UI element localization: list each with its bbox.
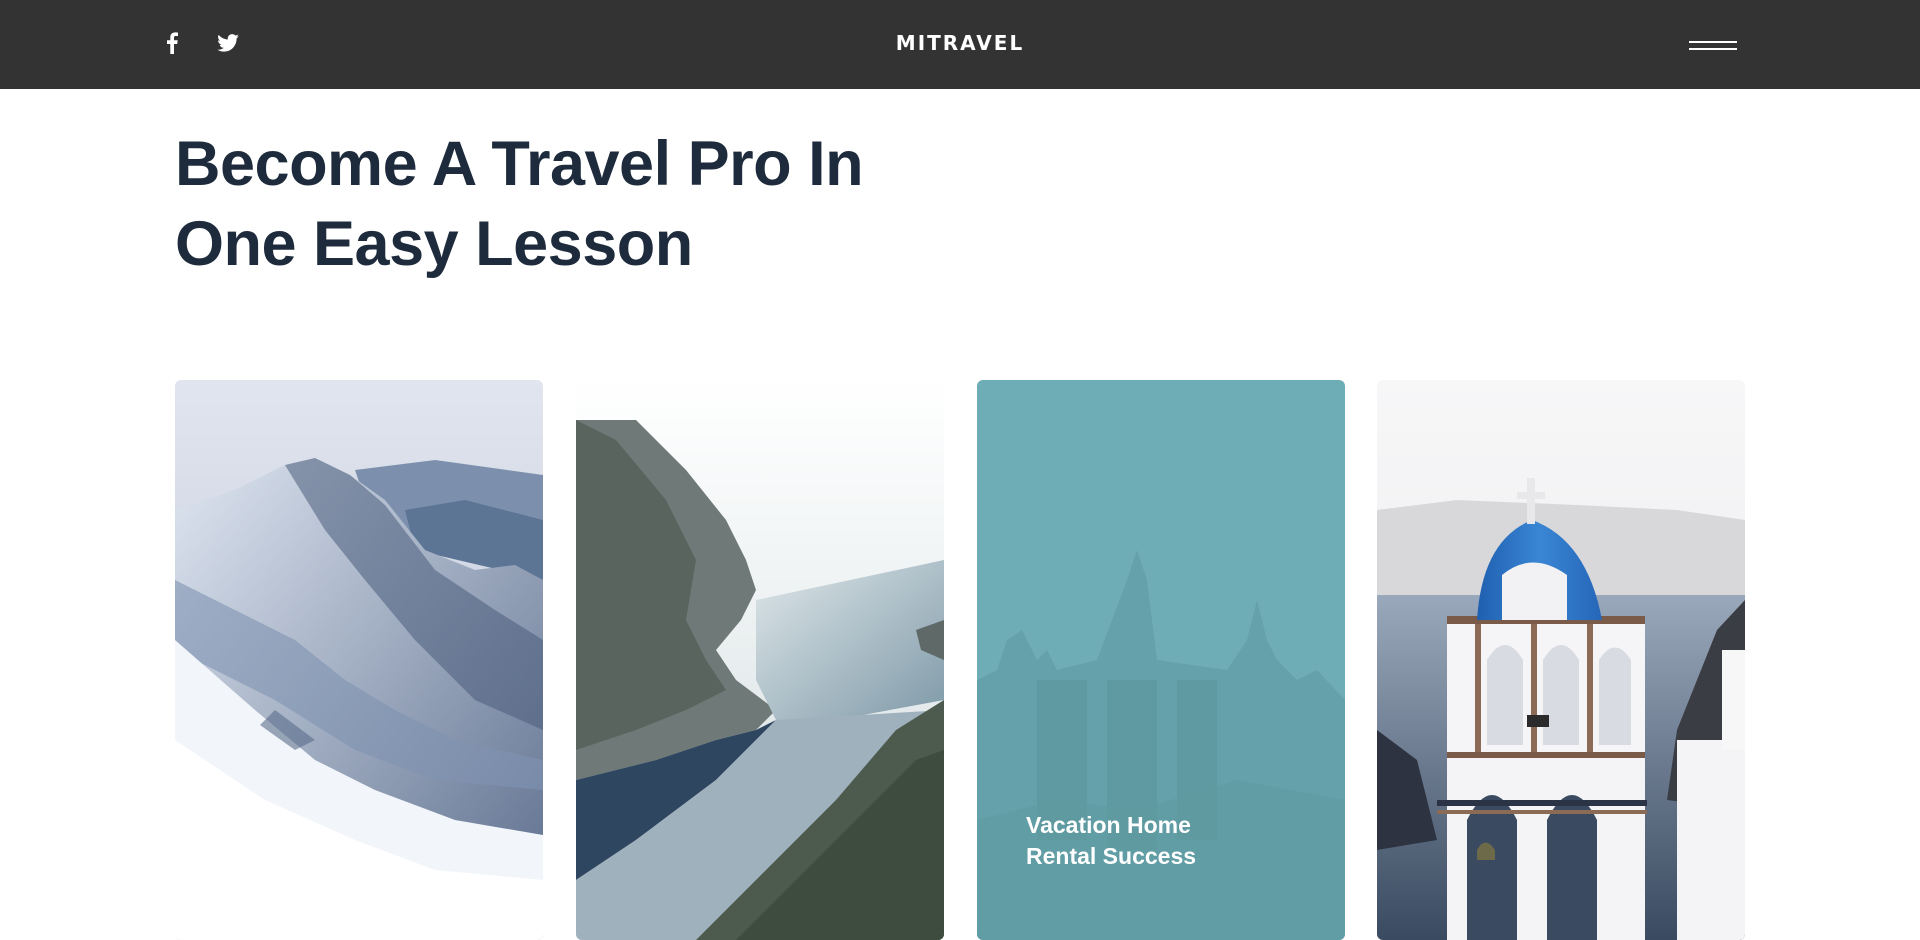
hamburger-menu-button[interactable] — [1683, 30, 1737, 60]
brand-logo-text[interactable]: MITRAVEL — [860, 28, 1060, 58]
mountain-image — [175, 380, 543, 940]
facebook-link[interactable] — [162, 29, 182, 57]
page-title-line-2: One Easy Lesson — [175, 209, 693, 279]
top-navbar: MITRAVEL — [0, 0, 1920, 89]
twitter-icon — [217, 34, 239, 52]
card-title-line-2: Rental Success — [1026, 843, 1197, 869]
page-title: Become A Travel Pro In One Easy Lesson — [175, 124, 1075, 284]
card-title[interactable]: Vacation Home Rental Success — [1026, 810, 1306, 872]
post-card-vacation-home[interactable]: Vacation Home Rental Success — [977, 380, 1345, 940]
twitter-link[interactable] — [215, 29, 241, 57]
post-card-mountain[interactable] — [175, 380, 543, 940]
fjord-image — [576, 380, 944, 940]
facebook-icon — [167, 32, 178, 54]
post-card-fjord[interactable] — [576, 380, 944, 940]
post-card-bell-tower[interactable] — [1377, 380, 1745, 940]
card-title-line-1: Vacation Home — [1026, 812, 1191, 838]
bell-tower-image — [1377, 380, 1745, 940]
page-title-line-1: Become A Travel Pro In — [175, 129, 864, 199]
